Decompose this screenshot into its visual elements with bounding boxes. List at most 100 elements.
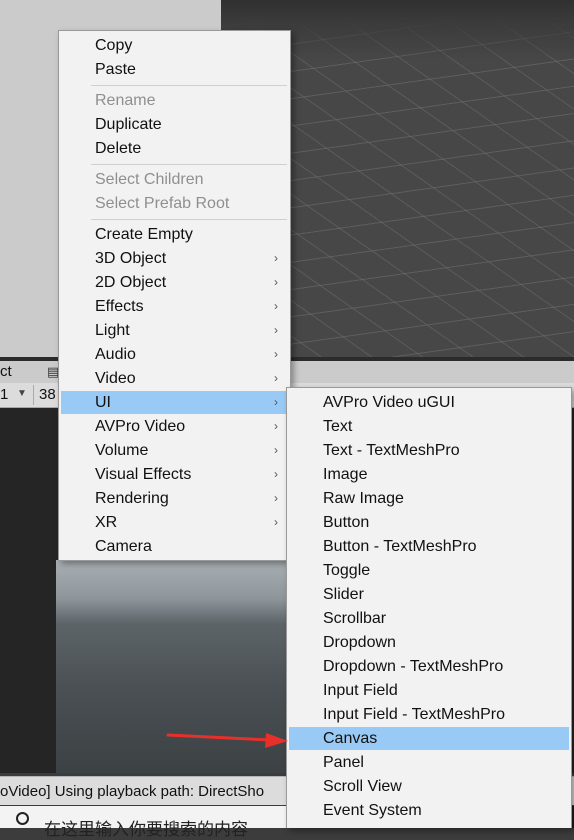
submenu-item-button-textmeshpro[interactable]: Button - TextMeshPro [289, 535, 569, 558]
submenu-item-dropdown-textmeshpro[interactable]: Dropdown - TextMeshPro [289, 655, 569, 678]
submenu-item-canvas[interactable]: Canvas [289, 727, 569, 750]
menu-item-label: Volume [95, 442, 149, 459]
menu-item-rendering[interactable]: Rendering › [61, 487, 288, 510]
menu-item-label: Rename [95, 92, 156, 109]
submenu-arrow-icon: › [274, 491, 278, 505]
submenu-item-input-field-textmeshpro[interactable]: Input Field - TextMeshPro [289, 703, 569, 726]
submenu-item-panel[interactable]: Panel [289, 751, 569, 774]
menu-item-avpro-video[interactable]: AVPro Video › [61, 415, 288, 438]
menu-item-label: Dropdown [323, 634, 396, 651]
menu-item-label: Dropdown - TextMeshPro [323, 658, 504, 675]
submenu-item-scrollbar[interactable]: Scrollbar [289, 607, 569, 630]
submenu-item-slider[interactable]: Slider [289, 583, 569, 606]
menu-item-3d-object[interactable]: 3D Object › [61, 247, 288, 270]
menu-item-rename: Rename [61, 89, 288, 112]
submenu-item-scroll-view[interactable]: Scroll View [289, 775, 569, 798]
menu-separator [91, 164, 287, 165]
menu-item-ui[interactable]: UI › [61, 391, 288, 414]
submenu-item-image[interactable]: Image [289, 463, 569, 486]
menu-item-label: XR [95, 514, 118, 531]
menu-item-label: Button [323, 514, 370, 531]
submenu-item-event-system[interactable]: Event System [289, 799, 569, 822]
menu-item-audio[interactable]: Audio › [61, 343, 288, 366]
menu-item-camera[interactable]: Camera [61, 535, 288, 558]
console-log-message: oVideo] Using playback path: DirectSho [0, 783, 265, 800]
menu-item-2d-object[interactable]: 2D Object › [61, 271, 288, 294]
menu-item-label: Select Prefab Root [95, 195, 230, 212]
menu-item-label: Copy [95, 37, 133, 54]
menu-item-label: Duplicate [95, 116, 162, 133]
submenu-item-dropdown[interactable]: Dropdown [289, 631, 569, 654]
menu-item-label: Panel [323, 754, 364, 771]
menu-item-label: Input Field [323, 682, 398, 699]
submenu-arrow-icon: › [274, 275, 278, 289]
submenu-arrow-icon: › [274, 467, 278, 481]
menu-item-label: Visual Effects [95, 466, 192, 483]
submenu-arrow-icon: › [274, 299, 278, 313]
menu-item-label: Audio [95, 346, 136, 363]
menu-item-label: Effects [95, 298, 144, 315]
menu-item-select-children: Select Children [61, 168, 288, 191]
submenu-arrow-icon: › [274, 419, 278, 433]
menu-item-label: Image [323, 466, 368, 483]
submenu-item-text-textmeshpro[interactable]: Text - TextMeshPro [289, 439, 569, 462]
menu-item-label: Raw Image [323, 490, 404, 507]
menu-item-xr[interactable]: XR › [61, 511, 288, 534]
menu-item-label: Camera [95, 538, 152, 555]
menu-item-label: Rendering [95, 490, 169, 507]
submenu-item-text[interactable]: Text [289, 415, 569, 438]
menu-item-label: Create Empty [95, 226, 193, 243]
menu-item-label: Scrollbar [323, 610, 387, 627]
submenu-item-input-field[interactable]: Input Field [289, 679, 569, 702]
menu-item-label: Select Children [95, 171, 204, 188]
menu-item-effects[interactable]: Effects › [61, 295, 288, 318]
submenu-arrow-icon: › [274, 323, 278, 337]
menu-item-create-empty[interactable]: Create Empty [61, 223, 288, 246]
submenu-arrow-icon: › [274, 443, 278, 457]
menu-item-paste[interactable]: Paste [61, 58, 288, 81]
submenu-arrow-icon: › [274, 251, 278, 265]
menu-item-label: Paste [95, 61, 136, 78]
menu-item-label: Video [95, 370, 136, 387]
submenu-item-raw-image[interactable]: Raw Image [289, 487, 569, 510]
toolbar-divider [33, 385, 34, 405]
menu-separator [91, 85, 287, 86]
menu-item-visual-effects[interactable]: Visual Effects › [61, 463, 288, 486]
menu-item-label: Button - TextMeshPro [323, 538, 477, 555]
menu-item-duplicate[interactable]: Duplicate [61, 113, 288, 136]
menu-item-label: Canvas [323, 730, 378, 747]
menu-item-label: Text [323, 418, 353, 435]
tab-title[interactable]: ct [0, 363, 12, 380]
dropdown-caret-icon[interactable]: ▼ [17, 388, 27, 399]
submenu-item-button[interactable]: Button [289, 511, 569, 534]
menu-item-light[interactable]: Light › [61, 319, 288, 342]
menu-item-copy[interactable]: Copy [61, 34, 288, 57]
menu-item-label: Slider [323, 586, 364, 603]
submenu-item-avpro-video-ugui[interactable]: AVPro Video uGUI [289, 391, 569, 414]
menu-item-label: AVPro Video [95, 418, 186, 435]
menu-item-label: 3D Object [95, 250, 167, 267]
toolbar-count: 1 [0, 386, 9, 403]
menu-item-label: 2D Object [95, 274, 167, 291]
menu-item-volume[interactable]: Volume › [61, 439, 288, 462]
hierarchy-context-menu: Copy Paste Rename Duplicate Delete Selec… [58, 30, 291, 561]
menu-separator [91, 219, 287, 220]
submenu-arrow-icon: › [274, 515, 278, 529]
search-icon[interactable] [16, 812, 29, 825]
toolbar-value: 38 [39, 386, 56, 403]
menu-item-label: AVPro Video uGUI [323, 394, 455, 411]
menu-item-label: UI [95, 394, 111, 411]
submenu-arrow-icon: › [274, 371, 278, 385]
menu-item-select-prefab-root: Select Prefab Root [61, 192, 288, 215]
menu-item-label: Input Field - TextMeshPro [323, 706, 506, 723]
menu-item-label: Delete [95, 140, 142, 157]
game-view [56, 560, 294, 773]
submenu-item-toggle[interactable]: Toggle [289, 559, 569, 582]
menu-item-label: Toggle [323, 562, 371, 579]
menu-item-video[interactable]: Video › [61, 367, 288, 390]
submenu-arrow-icon: › [274, 347, 278, 361]
menu-item-delete[interactable]: Delete [61, 137, 288, 160]
submenu-arrow-icon: › [274, 395, 278, 409]
menu-item-label: Event System [323, 802, 422, 819]
ui-submenu: AVPro Video uGUI Text Text - TextMeshPro… [286, 387, 572, 828]
